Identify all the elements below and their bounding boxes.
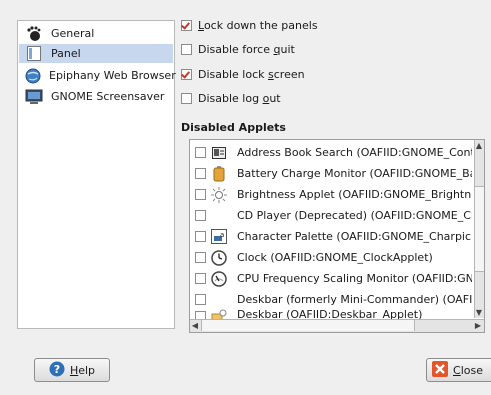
checkbox-box[interactable]	[181, 43, 192, 55]
category-list[interactable]: General Panel Epiphany Web Browser GNOME…	[17, 20, 176, 329]
checkbox-box[interactable]	[181, 68, 192, 80]
vertical-scrollbar[interactable]: ▲ ▼	[474, 140, 484, 318]
vertical-scroll-thumb[interactable]	[475, 186, 484, 272]
help-icon: ?	[49, 361, 65, 380]
option-label: Disable lock screen	[198, 67, 305, 81]
sidebar-item-label: General	[51, 27, 95, 40]
address-book-icon	[211, 145, 227, 161]
applet-checkbox[interactable]	[195, 294, 206, 305]
close-icon	[432, 360, 448, 380]
applet-label: CD Player (Deprecated) (OAFIID:GNOME_CDP…	[237, 209, 472, 222]
applet-row[interactable]: Deskbar (formerly Mini-Commander) (OAFII…	[190, 289, 472, 310]
sidebar-item-gnome-screensaver[interactable]: GNOME Screensaver	[19, 87, 173, 106]
horizontal-scrollbar[interactable]: ◀ ▶	[190, 319, 484, 332]
applet-row[interactable]: CPU Frequency Scaling Monitor (OAFIID:GN…	[190, 268, 472, 289]
brightness-icon	[211, 186, 227, 203]
applet-row[interactable]: Address Book Search (OAFIID:GNOME_Contac…	[190, 142, 472, 163]
checkbox-box[interactable]	[181, 19, 192, 31]
applet-label: Brightness Applet (OAFIID:GNOME_Brightne…	[237, 188, 472, 201]
svg-text:?: ?	[54, 363, 60, 376]
applet-label: CPU Frequency Scaling Monitor (OAFIID:GN…	[237, 272, 472, 285]
sidebar-item-panel[interactable]: Panel	[19, 44, 173, 63]
epiphany-globe-icon	[25, 68, 41, 84]
option-label: Disable force quit	[198, 42, 295, 56]
sidebar-item-general[interactable]: General	[19, 24, 173, 43]
applet-row[interactable]: a Character Palette (OAFIID:GNOME_Charpi…	[190, 226, 472, 247]
option-label: Lock down the panels	[198, 18, 318, 32]
horizontal-scroll-thumb[interactable]	[201, 320, 415, 331]
scroll-left-arrow-icon[interactable]: ◀	[190, 320, 200, 331]
help-button-label: Help	[69, 363, 96, 377]
applet-row[interactable]: CD Player (Deprecated) (OAFIID:GNOME_CDP…	[190, 205, 472, 226]
panel-icon	[25, 46, 43, 62]
applet-checkbox[interactable]	[195, 147, 206, 158]
screensaver-monitor-icon	[25, 89, 43, 105]
close-button-label: Close	[453, 363, 483, 377]
close-button[interactable]: Close	[426, 358, 491, 382]
applet-row[interactable]: Brightness Applet (OAFIID:GNOME_Brightne…	[190, 184, 472, 205]
sidebar-item-epiphany-web-browser[interactable]: Epiphany Web Browser	[19, 66, 176, 85]
battery-icon	[211, 165, 227, 182]
lock-down-panels-checkbox[interactable]: Lock down the panels	[181, 17, 318, 33]
applet-row[interactable]: Clock (OAFIID:GNOME_ClockApplet)	[190, 247, 472, 268]
sidebar-item-label: GNOME Screensaver	[51, 90, 165, 103]
applet-checkbox[interactable]	[195, 168, 206, 179]
scroll-right-arrow-icon[interactable]: ▶	[473, 320, 483, 331]
cpu-frequency-icon	[211, 270, 227, 287]
gnome-foot-icon	[25, 25, 43, 42]
applet-label: Address Book Search (OAFIID:GNOME_Contac…	[237, 146, 472, 159]
sidebar-item-label: Epiphany Web Browser	[49, 69, 176, 82]
clock-icon	[211, 249, 227, 266]
applet-row[interactable]: Battery Charge Monitor (OAFIID:GNOME_Bat…	[190, 163, 472, 184]
applet-label: Character Palette (OAFIID:GNOME_Charpick…	[237, 230, 472, 243]
applet-checkbox[interactable]	[195, 252, 206, 263]
applet-label: Deskbar (formerly Mini-Commander) (OAFII…	[237, 293, 472, 306]
applet-label: Clock (OAFIID:GNOME_ClockApplet)	[237, 251, 433, 264]
applet-checkbox[interactable]	[195, 210, 206, 221]
applet-checkbox[interactable]	[195, 231, 206, 242]
disabled-applets-heading: Disabled Applets	[181, 121, 286, 134]
applet-checkbox[interactable]	[195, 189, 206, 200]
sidebar-item-label: Panel	[51, 47, 81, 60]
option-label: Disable log out	[198, 91, 281, 105]
applet-checkbox[interactable]	[195, 273, 206, 284]
character-palette-icon: a	[211, 229, 227, 245]
scroll-up-arrow-icon[interactable]: ▲	[474, 140, 484, 151]
disabled-applets-list[interactable]: Address Book Search (OAFIID:GNOME_Contac…	[189, 139, 485, 333]
disable-lock-screen-checkbox[interactable]: Disable lock screen	[181, 66, 305, 82]
applet-label: Battery Charge Monitor (OAFIID:GNOME_Bat…	[237, 167, 472, 180]
svg-text:a: a	[220, 231, 224, 239]
help-button[interactable]: ? Help	[34, 358, 110, 382]
disable-force-quit-checkbox[interactable]: Disable force quit	[181, 41, 295, 57]
checkbox-box[interactable]	[181, 92, 192, 104]
scroll-down-arrow-icon[interactable]: ▼	[474, 307, 484, 318]
disable-log-out-checkbox[interactable]: Disable log out	[181, 90, 281, 106]
